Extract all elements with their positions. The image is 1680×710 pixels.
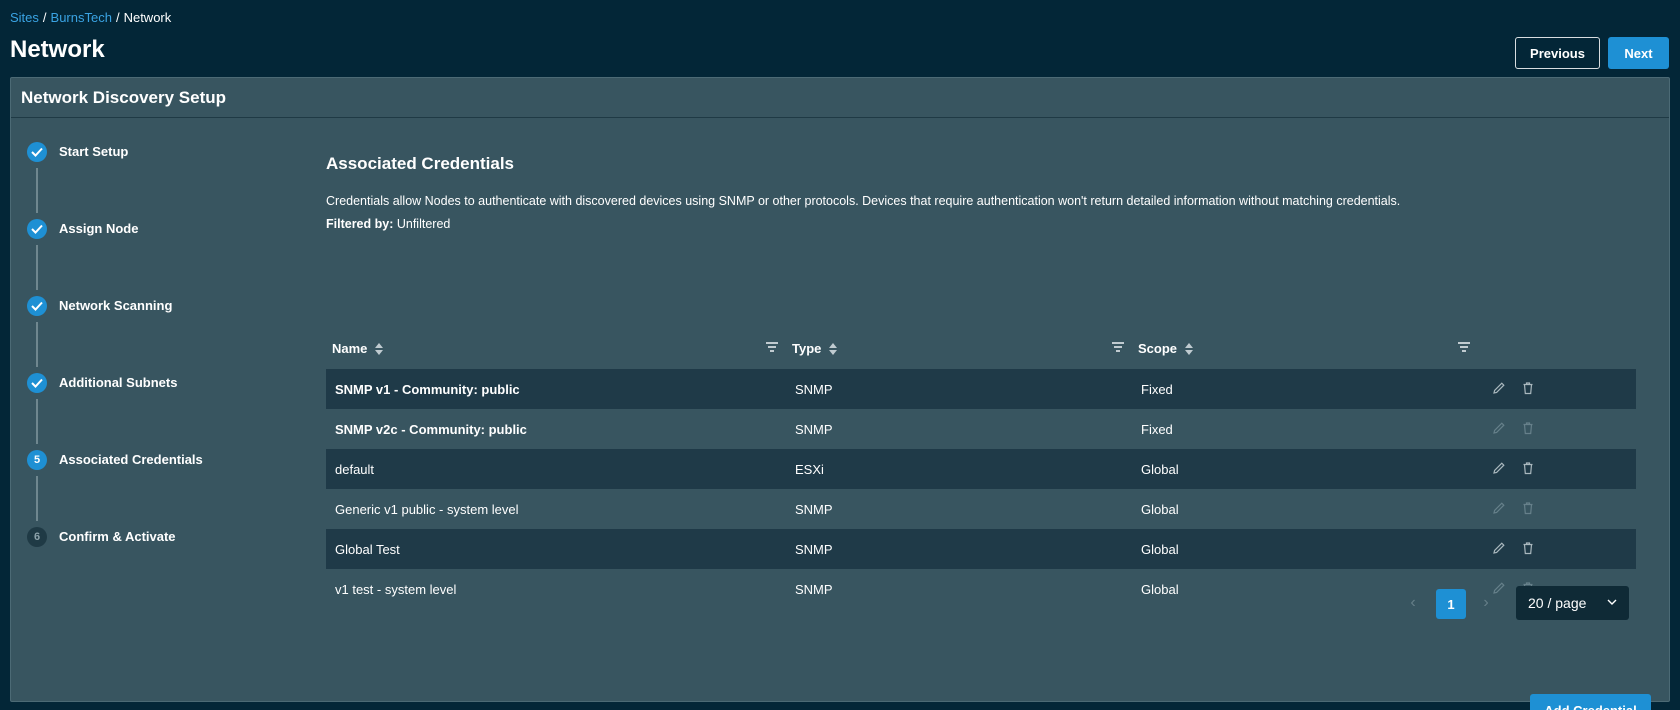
- table-header: Name Type Scope: [326, 329, 1636, 369]
- column-header-type[interactable]: Type: [792, 341, 838, 356]
- column-header-label: Scope: [1138, 341, 1178, 356]
- cell-scope: Global: [1141, 502, 1179, 517]
- table-row[interactable]: SNMP v2c - Community: public SNMP Fixed: [326, 409, 1636, 449]
- panel-title: Network Discovery Setup: [11, 78, 1669, 118]
- cell-scope: Global: [1141, 462, 1179, 477]
- column-header-name[interactable]: Name: [332, 341, 384, 356]
- breadcrumb-current: Network: [123, 10, 172, 25]
- trash-icon: [1523, 422, 1533, 435]
- check-icon: [27, 219, 47, 239]
- breadcrumb: Sites / BurnsTech / Network: [10, 10, 171, 25]
- page-size-value: 20 / page: [1528, 595, 1587, 611]
- chevron-left-icon[interactable]: ‹: [1406, 594, 1420, 612]
- filter-icon[interactable]: [766, 342, 778, 352]
- page-size-select[interactable]: 20 / page: [1516, 586, 1629, 620]
- cell-type: SNMP: [795, 422, 833, 437]
- page-title: Network: [10, 36, 105, 63]
- pencil-icon: [1493, 502, 1505, 514]
- sort-icon[interactable]: [829, 342, 838, 355]
- sort-icon[interactable]: [1185, 342, 1194, 355]
- table-row[interactable]: Generic v1 public - system level SNMP Gl…: [326, 489, 1636, 529]
- step-label: Start Setup: [59, 144, 129, 159]
- step-label: Assign Node: [59, 221, 139, 236]
- step-label: Additional Subnets: [59, 375, 178, 390]
- network-discovery-panel: Network Discovery Setup Start Setup Assi…: [10, 77, 1670, 710]
- check-icon: [27, 373, 47, 393]
- credentials-table: Name Type Scope SNMP v1 - Community: pub…: [326, 329, 1636, 609]
- cell-name: SNMP v2c - Community: public: [335, 422, 527, 437]
- sort-icon[interactable]: [375, 342, 384, 355]
- step-number: 6: [27, 527, 47, 547]
- trash-icon: [1523, 502, 1533, 515]
- cell-scope: Fixed: [1141, 422, 1173, 437]
- next-button[interactable]: Next: [1608, 37, 1669, 69]
- step-connector: [36, 476, 38, 521]
- filter-status: Filtered by: Unfiltered: [326, 217, 1646, 231]
- step-number: 5: [27, 450, 47, 470]
- cell-name: Global Test: [335, 542, 400, 557]
- step-connector: [36, 322, 38, 367]
- section-description: Credentials allow Nodes to authenticate …: [326, 194, 1401, 208]
- pencil-icon[interactable]: [1492, 541, 1506, 555]
- cell-type: SNMP: [795, 542, 833, 557]
- filter-value: Unfiltered: [396, 217, 451, 231]
- step-connector: [36, 399, 38, 444]
- breadcrumb-separator: /: [42, 10, 47, 25]
- step-connector: [36, 245, 38, 290]
- column-header-label: Type: [792, 341, 822, 356]
- breadcrumb-separator: /: [115, 10, 120, 25]
- check-icon: [27, 296, 47, 316]
- column-header-label: Name: [332, 341, 368, 356]
- filter-icon[interactable]: [1458, 342, 1470, 352]
- step-label: Associated Credentials: [59, 452, 203, 467]
- pencil-icon[interactable]: [1492, 381, 1506, 395]
- pagination: ‹ 1 › 20 / page: [326, 586, 1636, 620]
- column-header-scope[interactable]: Scope: [1138, 341, 1194, 356]
- table-row[interactable]: default ESXi Global: [326, 449, 1636, 489]
- cell-name: SNMP v1 - Community: public: [335, 382, 520, 397]
- credentials-content: Associated Credentials Credentials allow…: [326, 154, 1651, 710]
- section-title: Associated Credentials: [326, 154, 515, 173]
- page-button-current[interactable]: 1: [1436, 589, 1466, 619]
- check-icon: [27, 142, 47, 162]
- breadcrumb-sites-link[interactable]: Sites: [10, 10, 39, 25]
- filter-icon[interactable]: [1112, 342, 1124, 352]
- breadcrumb-burnstech-link[interactable]: BurnsTech: [51, 10, 112, 25]
- trash-icon[interactable]: [1521, 381, 1535, 395]
- previous-button[interactable]: Previous: [1515, 37, 1600, 69]
- cell-scope: Fixed: [1141, 382, 1173, 397]
- trash-icon[interactable]: [1521, 461, 1535, 475]
- table-row[interactable]: Global Test SNMP Global: [326, 529, 1636, 569]
- trash-icon[interactable]: [1521, 541, 1535, 555]
- step-label: Network Scanning: [59, 298, 173, 313]
- table-row[interactable]: SNMP v1 - Community: public SNMP Fixed: [326, 369, 1636, 409]
- pencil-icon[interactable]: [1492, 461, 1506, 475]
- step-label: Confirm & Activate: [59, 529, 176, 544]
- cell-scope: Global: [1141, 542, 1179, 557]
- cell-type: ESXi: [795, 462, 824, 477]
- chevron-down-icon: [1607, 599, 1617, 605]
- cell-name: default: [335, 462, 375, 477]
- add-credential-button[interactable]: Add Credential: [1530, 694, 1651, 710]
- cell-type: SNMP: [795, 502, 833, 517]
- pencil-icon: [1493, 422, 1505, 434]
- chevron-right-icon[interactable]: ›: [1479, 594, 1493, 612]
- cell-name: Generic v1 public - system level: [335, 502, 519, 517]
- cell-type: SNMP: [795, 382, 833, 397]
- filter-label: Filtered by:: [326, 217, 394, 231]
- step-connector: [36, 168, 38, 213]
